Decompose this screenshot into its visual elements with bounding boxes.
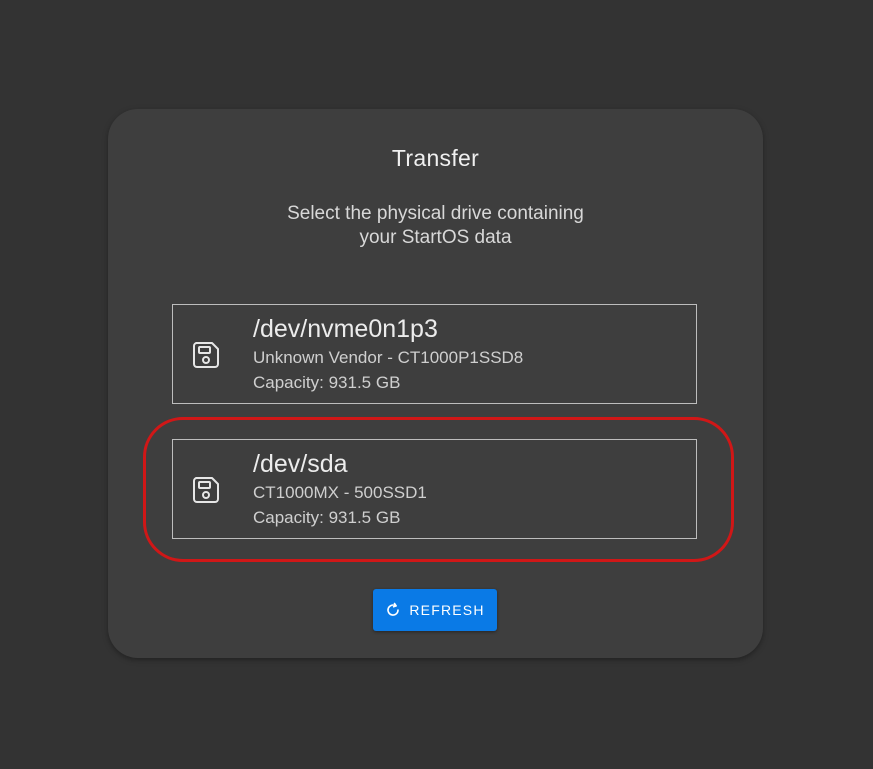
drive-vendor: Unknown Vendor - CT1000P1SSD8 <box>253 348 524 367</box>
drive-vendor: CT1000MX - 500SSD1 <box>253 483 427 502</box>
refresh-label: REFRESH <box>409 602 485 618</box>
page-subtitle: Select the physical drive containing you… <box>108 202 763 250</box>
drive-item-nvme[interactable]: /dev/nvme0n1p3 Unknown Vendor - CT1000P1… <box>172 304 697 404</box>
drive-capacity: Capacity: 931.5 GB <box>253 508 401 527</box>
drive-path: /dev/sda <box>253 450 348 478</box>
save-icon <box>193 342 219 368</box>
subtitle-line-1: Select the physical drive containing <box>287 203 584 224</box>
refresh-icon <box>387 602 400 616</box>
save-icon <box>193 477 219 503</box>
drive-capacity: Capacity: 931.5 GB <box>253 373 401 392</box>
drive-path: /dev/nvme0n1p3 <box>253 315 438 343</box>
page-title: Transfer <box>391 145 480 171</box>
subtitle-line-2: your StartOS data <box>359 227 512 248</box>
drive-item-sda[interactable]: /dev/sda CT1000MX - 500SSD1 Capacity: 93… <box>172 439 697 539</box>
refresh-button[interactable]: REFRESH <box>373 589 497 631</box>
transfer-card: Transfer Select the physical drive conta… <box>108 109 763 658</box>
